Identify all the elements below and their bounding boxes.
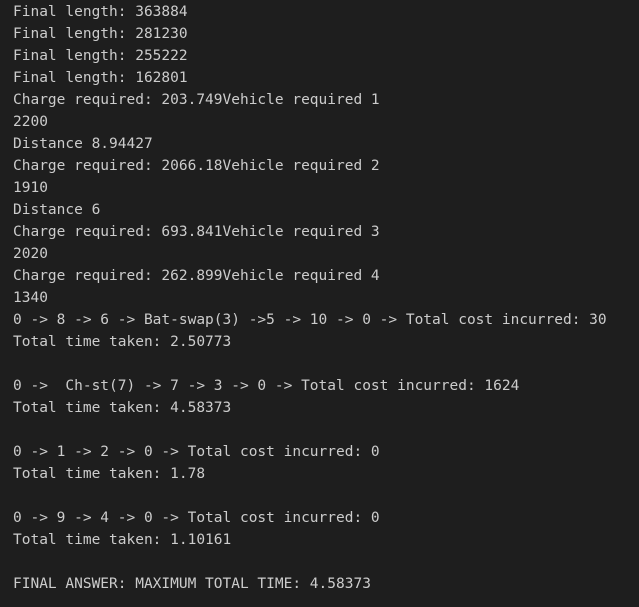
output-line: 0 -> Ch-st(7) -> 7 -> 3 -> 0 -> Total co… xyxy=(13,378,520,394)
output-line: Final length: 162801 xyxy=(13,70,188,86)
output-line: 1910 xyxy=(13,180,48,196)
output-line: Final length: 281230 xyxy=(13,26,188,42)
output-line: 0 -> 8 -> 6 -> Bat-swap(3) ->5 -> 10 -> … xyxy=(13,312,607,328)
output-line: Total time taken: 2.50773 xyxy=(13,334,232,350)
output-line: 1340 xyxy=(13,290,48,306)
output-line: 2200 xyxy=(13,114,48,130)
output-line: 0 -> 1 -> 2 -> 0 -> Total cost incurred:… xyxy=(13,444,380,460)
output-line: 2020 xyxy=(13,246,48,262)
output-line: Charge required: 693.841Vehicle required… xyxy=(13,224,380,240)
output-line: Total time taken: 1.10161 xyxy=(13,532,232,548)
output-line: Charge required: 203.749Vehicle required… xyxy=(13,92,380,108)
output-line: Final length: 255222 xyxy=(13,48,188,64)
output-line: Final length: 363884 xyxy=(13,4,188,20)
output-line: Charge required: 2066.18Vehicle required… xyxy=(13,158,380,174)
output-line: Total time taken: 1.78 xyxy=(13,466,206,482)
output-line: FINAL ANSWER: MAXIMUM TOTAL TIME: 4.5837… xyxy=(13,576,371,592)
output-line: Distance 8.94427 xyxy=(13,136,153,152)
output-line: 0 -> 9 -> 4 -> 0 -> Total cost incurred:… xyxy=(13,510,380,526)
output-line: Distance 6 xyxy=(13,202,101,218)
output-line: Charge required: 262.899Vehicle required… xyxy=(13,268,380,284)
terminal-output[interactable]: Final length: 363884 Final length: 28123… xyxy=(0,0,639,607)
output-line: Total time taken: 4.58373 xyxy=(13,400,232,416)
